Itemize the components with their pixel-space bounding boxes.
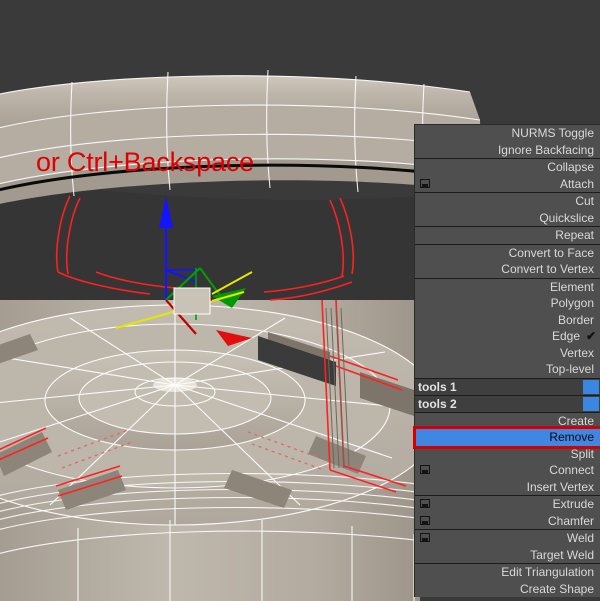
group-sublevels: Element Polygon Border Edge ✔ Vertex Top… [415, 279, 600, 379]
menu-item-top-level[interactable]: Top-level [415, 361, 600, 378]
quad-title-button[interactable] [583, 379, 599, 394]
menu-item-label: Border [557, 312, 594, 327]
group-cut: Cut Quickslice [415, 193, 600, 227]
menu-item-label: Create Shape [519, 581, 594, 596]
menu-item-split[interactable]: Split [415, 446, 600, 463]
menu-item-attach[interactable]: Attach [415, 176, 600, 193]
quad-title-label: tools 2 [418, 396, 457, 411]
menu-item-label: Quickslice [539, 210, 594, 225]
menu-item-label: Edit Triangulation [501, 565, 594, 579]
group-repeat: Repeat [415, 227, 600, 245]
menu-item-label: Edge [551, 329, 580, 343]
settings-box-icon[interactable] [420, 515, 430, 525]
menu-item-label: Polygon [550, 296, 594, 310]
menu-item-extrude[interactable]: Extrude [415, 496, 600, 513]
menu-item-label: Extrude [552, 497, 594, 511]
menu-item-convert-to-face[interactable]: Convert to Face [415, 245, 600, 262]
settings-box-icon[interactable] [420, 533, 430, 542]
menu-item-quickslice[interactable]: Quickslice [415, 210, 600, 227]
menu-item-label: Convert to Face [508, 245, 594, 260]
menu-item-label: Chamfer [547, 513, 594, 528]
menu-item-chamfer[interactable]: Chamfer [415, 513, 600, 530]
menu-item-label: Cut [575, 194, 594, 208]
menu-item-label: Collapse [547, 160, 594, 174]
menu-item-vertex[interactable]: Vertex [415, 345, 600, 362]
menu-item-label: Create [557, 413, 594, 428]
menu-item-edge[interactable]: Edge ✔ [415, 328, 600, 345]
menu-item-label: NURMS Toggle [511, 126, 594, 140]
menu-item-label: Vertex [559, 345, 594, 360]
menu-item-create-shape[interactable]: Create Shape [415, 581, 600, 598]
group-convert: Convert to Face Convert to Vertex [415, 245, 600, 279]
settings-box-icon[interactable] [420, 499, 430, 508]
menu-item-label: Weld [566, 531, 594, 545]
menu-item-label: Insert Vertex [526, 479, 594, 494]
settings-box-icon[interactable] [420, 465, 430, 474]
menu-item-polygon[interactable]: Polygon [415, 295, 600, 312]
menu-item-repeat[interactable]: Repeat [415, 227, 600, 244]
menu-item-border[interactable]: Border [415, 312, 600, 329]
menu-item-ignore-backfacing[interactable]: Ignore Backfacing [415, 142, 600, 159]
group-nurms: NURMS Toggle Ignore Backfacing [415, 125, 600, 159]
menu-item-label: Top-level [545, 362, 594, 376]
quad-title-tools-2[interactable]: tools 2 [415, 395, 600, 413]
menu-item-label: Repeat [555, 228, 594, 242]
menu-item-label: Ignore Backfacing [497, 142, 594, 157]
group-collapse: Collapse Attach [415, 159, 600, 193]
menu-item-insert-vertex[interactable]: Insert Vertex [415, 479, 600, 496]
menu-item-nurms-toggle[interactable]: NURMS Toggle [415, 125, 600, 142]
menu-item-weld[interactable]: Weld [415, 530, 600, 547]
menu-item-connect[interactable]: Connect [415, 462, 600, 479]
group-weld: Weld Target Weld [415, 530, 600, 564]
menu-item-label: Attach [559, 176, 594, 191]
group-shape: Edit Triangulation Create Shape [415, 564, 600, 597]
menu-item-label: Convert to Vertex [501, 262, 594, 276]
quad-title-button[interactable] [583, 396, 599, 411]
settings-box-icon[interactable] [420, 178, 430, 188]
menu-item-remove[interactable]: Remove [413, 426, 600, 449]
menu-item-create[interactable]: Create [415, 413, 600, 430]
menu-item-cut[interactable]: Cut [415, 193, 600, 210]
menu-item-label: Split [570, 446, 594, 461]
menu-item-element[interactable]: Element [415, 279, 600, 296]
group-extrude: Extrude Chamfer [415, 496, 600, 530]
menu-item-target-weld[interactable]: Target Weld [415, 547, 600, 564]
annotation-text: or Ctrl+Backspace [36, 147, 254, 177]
group-edit-edges: Create Remove Split Connect Insert Verte… [413, 413, 600, 496]
checkmark-icon: ✔ [585, 329, 596, 343]
menu-item-label: Connect [549, 463, 594, 477]
quad-title-label: tools 1 [418, 379, 457, 394]
menu-item-label: Target Weld [530, 547, 594, 562]
quad-title-tools-1[interactable]: tools 1 [415, 378, 600, 396]
menu-item-label: Remove [549, 430, 594, 444]
app-window: or Ctrl+Backspace NURMS Toggle Ignore Ba… [0, 0, 600, 601]
quad-menu[interactable]: NURMS Toggle Ignore Backfacing Collapse … [413, 124, 600, 597]
menu-item-label: Element [549, 279, 594, 294]
menu-item-edit-triangulation[interactable]: Edit Triangulation [415, 564, 600, 581]
menu-item-convert-to-vertex[interactable]: Convert to Vertex [415, 261, 600, 278]
menu-item-collapse[interactable]: Collapse [415, 159, 600, 176]
